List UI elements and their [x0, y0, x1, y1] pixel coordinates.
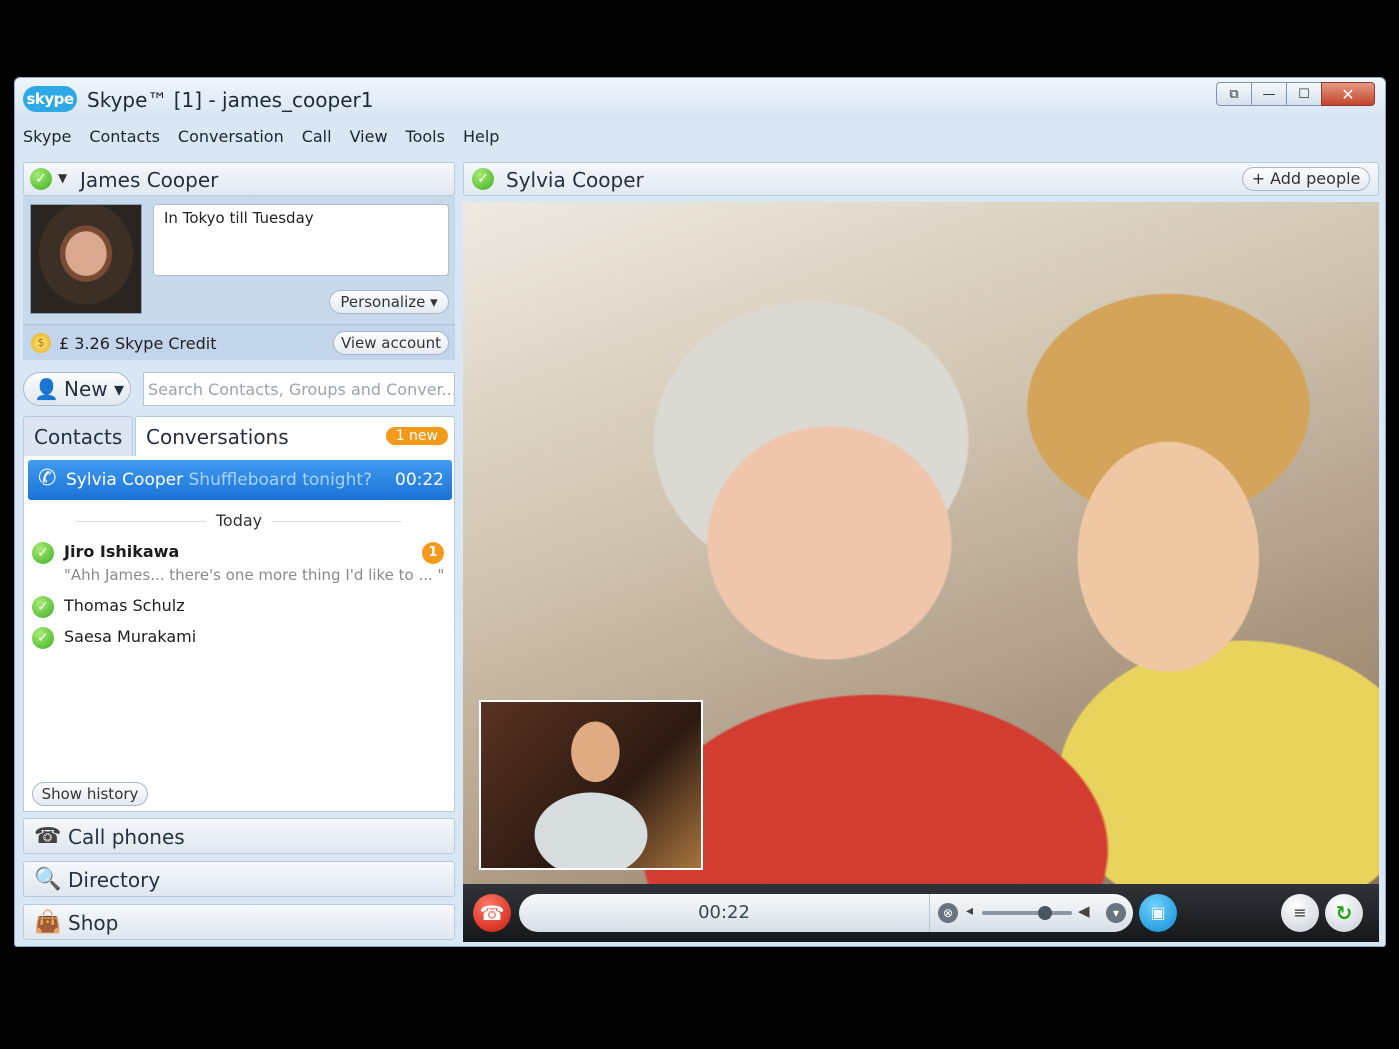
shopping-bag-icon: 👜 — [34, 910, 62, 935]
online-status-icon: ✓ — [32, 542, 54, 564]
self-video-preview[interactable] — [479, 700, 703, 870]
profile-header[interactable]: ✓ ▼ James Cooper — [23, 162, 455, 196]
window-title: Skype™ [1] - james_cooper1 — [87, 88, 374, 112]
active-call-text: Sylvia Cooper Shuffleboard tonight? — [66, 470, 372, 490]
menu-tools[interactable]: Tools — [406, 122, 445, 152]
directory-label: Directory — [68, 868, 161, 892]
personalize-button[interactable]: Personalize ▾ — [329, 290, 449, 314]
title-bar[interactable]: skype Skype™ [1] - james_cooper1 ⧉ — ☐ ✕ — [15, 78, 1385, 120]
call-phones-section[interactable]: ☎ Call phones — [23, 818, 455, 854]
show-history-button[interactable]: Show history — [32, 782, 148, 806]
window-controls: ⧉ — ☐ ✕ — [1216, 82, 1375, 106]
contact-name: Thomas Schulz — [64, 596, 185, 615]
chat-button[interactable]: ≡ — [1281, 894, 1319, 932]
directory-section[interactable]: 🔍 Directory — [23, 861, 455, 897]
left-pane: ✓ ▼ James Cooper In Tokyo till Tuesday P… — [23, 162, 455, 942]
tab-bar: Contacts Conversations 1 new — [23, 416, 455, 456]
online-status-icon: ✓ — [32, 596, 54, 618]
list-item[interactable]: ✓ Jiro Ishikawa "Ahh James... there's on… — [32, 542, 448, 590]
hang-up-button[interactable]: ☎ — [473, 894, 511, 932]
volume-low-icon: ◂ — [966, 903, 974, 919]
menu-conversation[interactable]: Conversation — [178, 122, 284, 152]
skype-logo: skype — [23, 86, 77, 112]
call-phones-label: Call phones — [68, 825, 185, 849]
list-item[interactable]: ✓ Thomas Schulz — [32, 596, 448, 622]
active-call-item[interactable]: ✆ Sylvia Cooper Shuffleboard tonight? 00… — [28, 460, 452, 500]
profile-name: James Cooper — [80, 168, 219, 192]
video-toggle-button[interactable]: ▣ — [1139, 894, 1177, 932]
close-button[interactable]: ✕ — [1321, 82, 1375, 106]
online-status-icon[interactable]: ✓ — [30, 168, 52, 190]
view-account-button[interactable]: View account — [333, 331, 449, 355]
call-timer: 00:22 — [698, 902, 750, 923]
mood-message[interactable]: In Tokyo till Tuesday — [153, 204, 449, 276]
online-status-icon: ✓ — [472, 168, 494, 190]
maximize-button[interactable]: ☐ — [1286, 82, 1322, 106]
shop-label: Shop — [68, 911, 119, 935]
restore-button[interactable]: ⧉ — [1216, 82, 1252, 106]
list-item[interactable]: ✓ Saesa Murakami — [32, 627, 448, 653]
active-call-name: Sylvia Cooper — [66, 470, 184, 490]
menu-view[interactable]: View — [350, 122, 388, 152]
menu-help[interactable]: Help — [463, 122, 499, 152]
minimize-button[interactable]: — — [1251, 82, 1287, 106]
profile-panel: In Tokyo till Tuesday Personalize ▾ — [23, 196, 455, 324]
add-people-button[interactable]: + Add people — [1242, 167, 1370, 191]
status-dropdown-icon[interactable]: ▼ — [58, 171, 67, 185]
tab-conversations-label: Conversations — [146, 425, 289, 449]
tab-contacts[interactable]: Contacts — [23, 416, 133, 456]
search-icon: 🔍 — [34, 867, 62, 892]
today-divider: Today — [24, 511, 454, 530]
add-contact-icon: 👤 — [34, 377, 59, 401]
credit-row: $ £ 3.26 Skype Credit View account — [23, 324, 455, 360]
phone-icon: ✆ — [38, 466, 57, 491]
remote-video — [463, 202, 1379, 884]
telephone-icon: ☎ — [34, 824, 62, 849]
menu-call[interactable]: Call — [302, 122, 332, 152]
volume-slider[interactable] — [982, 911, 1072, 915]
active-call-message: Shuffleboard tonight? — [188, 470, 373, 490]
call-status-bar: 00:22 ⊗ ◂ ◀ ▾ — [519, 894, 1133, 932]
skype-credit: £ 3.26 Skype Credit — [59, 334, 217, 353]
new-button-label: New ▾ — [64, 377, 125, 401]
shop-section[interactable]: 👜 Shop — [23, 904, 455, 940]
profile-avatar[interactable] — [30, 204, 142, 314]
call-contact-name: Sylvia Cooper — [506, 168, 644, 192]
skype-window: skype Skype™ [1] - james_cooper1 ⧉ — ☐ ✕… — [14, 77, 1386, 947]
volume-knob[interactable] — [1038, 906, 1052, 920]
new-badge: 1 new — [385, 427, 448, 445]
new-button[interactable]: 👤 New ▾ — [23, 372, 131, 406]
menu-bar: Skype Contacts Conversation Call View To… — [15, 122, 499, 152]
call-pane: ✓ Sylvia Cooper + Add people ☎ 00:22 ⊗ ◂… — [463, 162, 1379, 942]
mute-mic-icon[interactable]: ⊗ — [938, 903, 958, 923]
menu-contacts[interactable]: Contacts — [89, 122, 160, 152]
contact-message: "Ahh James... there's one more thing I'd… — [64, 566, 445, 584]
volume-high-icon: ◀ — [1078, 902, 1090, 920]
unread-badge: 1 — [422, 542, 444, 564]
menu-skype[interactable]: Skype — [23, 122, 71, 152]
contact-name: Saesa Murakami — [64, 627, 197, 646]
online-status-icon: ✓ — [32, 627, 54, 649]
call-header: ✓ Sylvia Cooper + Add people — [463, 162, 1379, 196]
coin-icon: $ — [31, 333, 51, 353]
tab-conversations[interactable]: Conversations 1 new — [135, 416, 455, 456]
active-call-time: 00:22 — [395, 470, 444, 490]
conversation-list: ✆ Sylvia Cooper Shuffleboard tonight? 00… — [23, 456, 455, 812]
volume-controls: ⊗ ◂ ◀ ▾ — [929, 894, 1133, 932]
call-options-button[interactable]: ↻ — [1325, 894, 1363, 932]
settings-dropdown-icon[interactable]: ▾ — [1106, 903, 1126, 923]
search-input[interactable]: Search Contacts, Groups and Conver... — [143, 372, 455, 406]
call-controls: ☎ 00:22 ⊗ ◂ ◀ ▾ ▣ ≡ ↻ — [463, 884, 1379, 942]
contact-name: Jiro Ishikawa — [64, 542, 180, 561]
